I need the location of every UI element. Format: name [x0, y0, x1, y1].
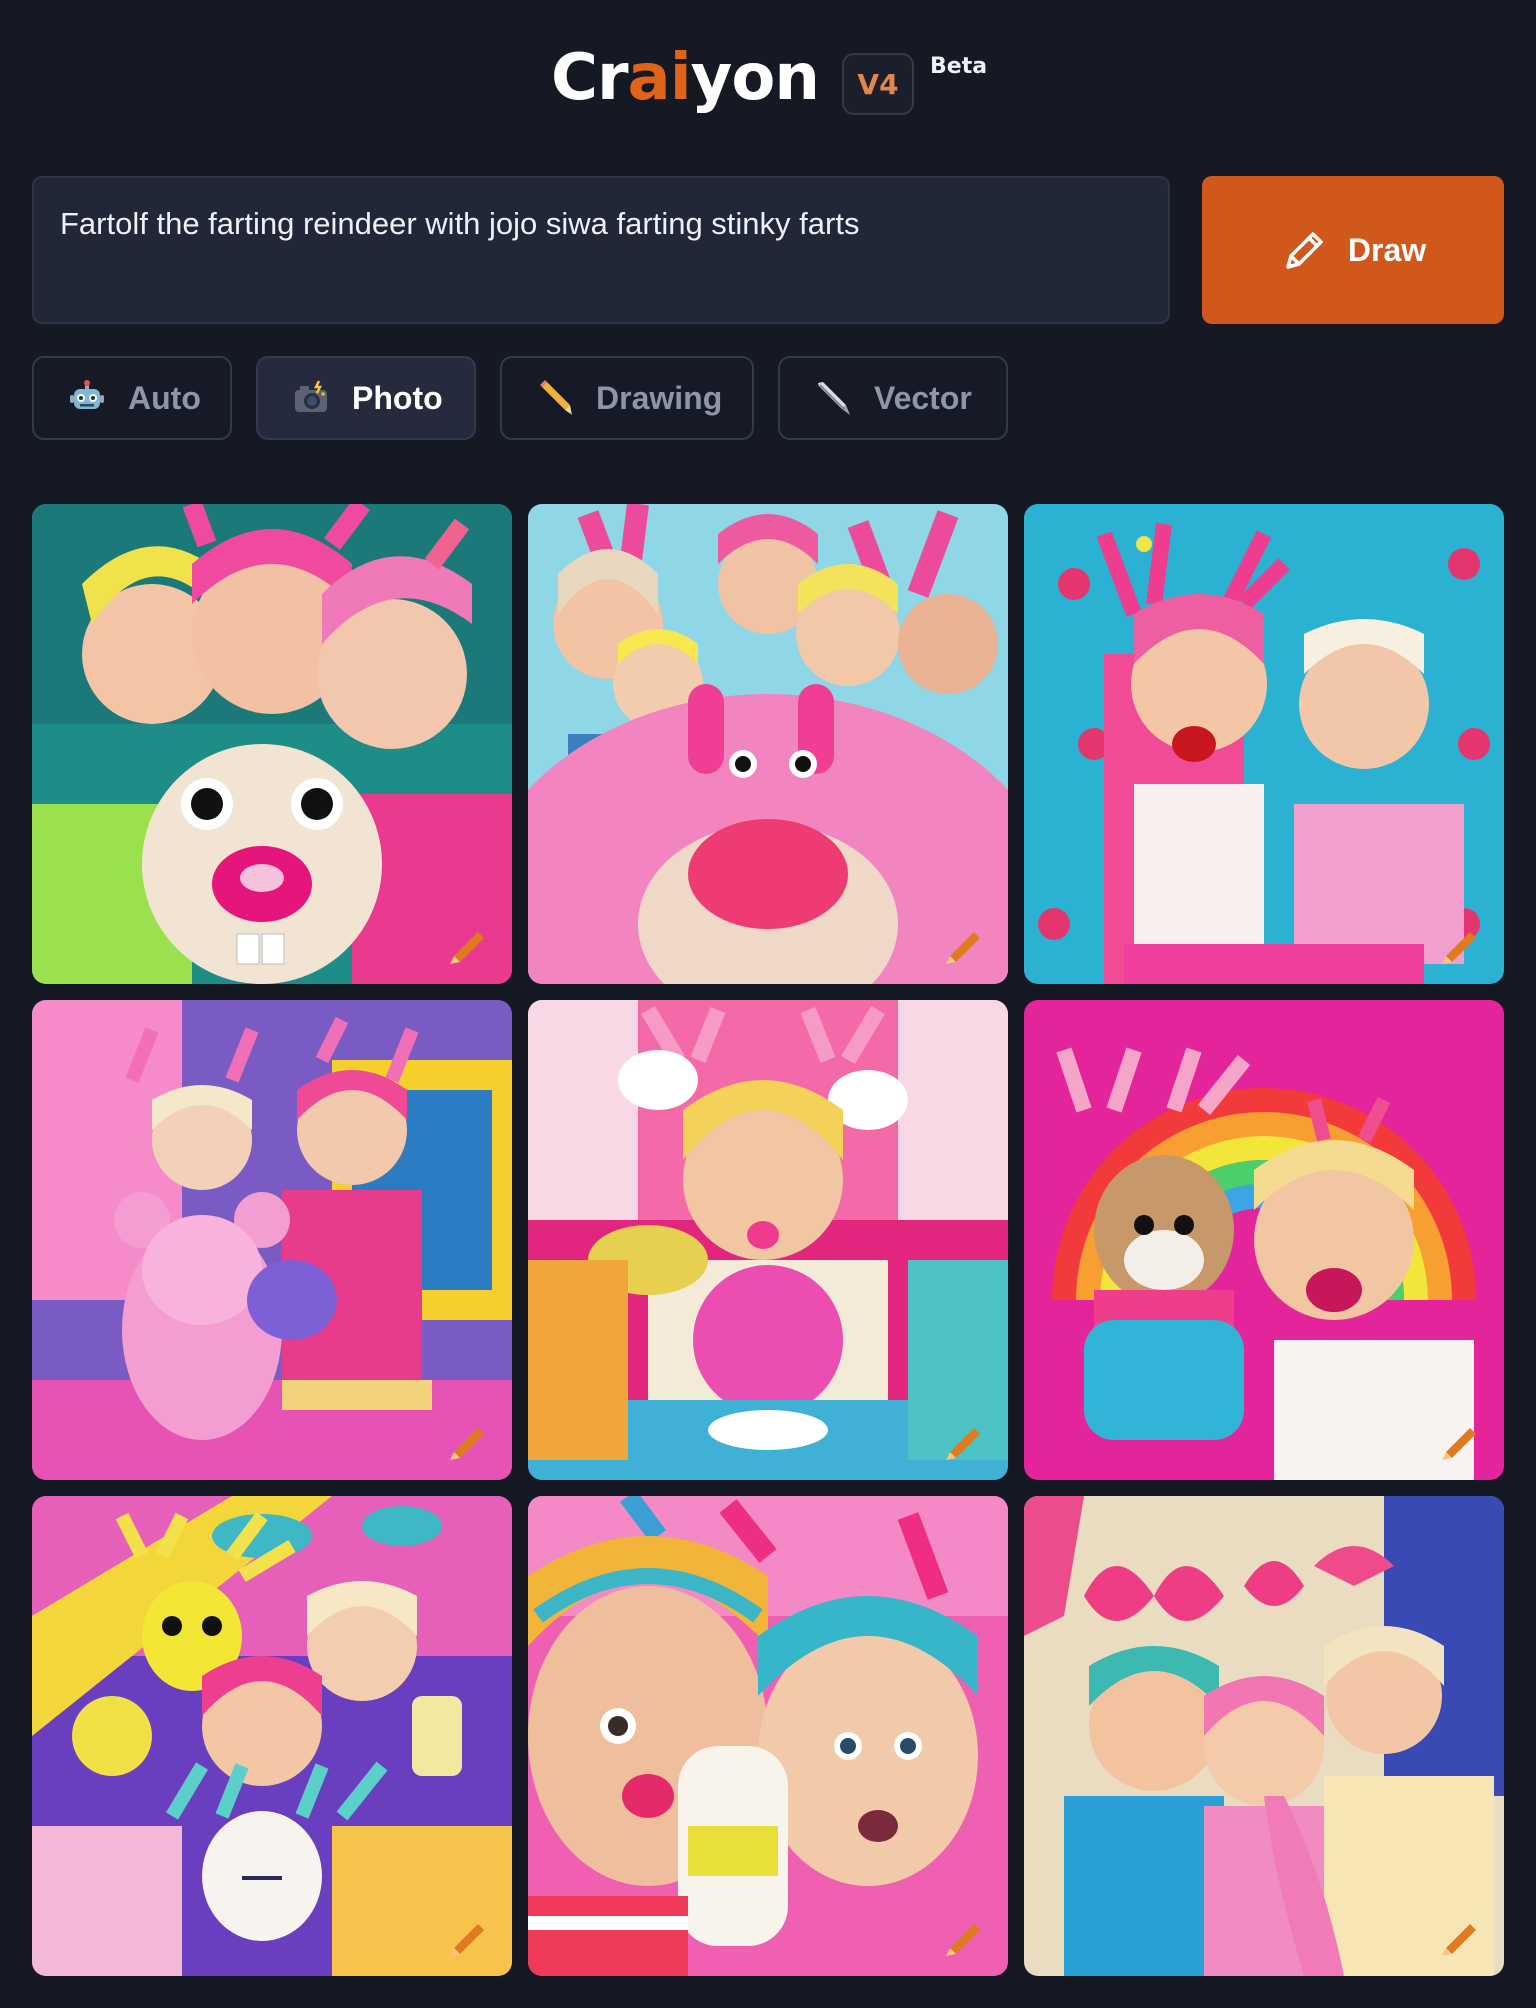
generated-image-7[interactable]: [32, 1496, 512, 1976]
crayon-edit-icon[interactable]: [940, 1908, 990, 1958]
craiyon-logo[interactable]: Craiyon: [551, 46, 820, 110]
crayon-edit-icon[interactable]: [444, 916, 494, 966]
generated-image-1[interactable]: [32, 504, 512, 984]
prompt-input[interactable]: Fartolf the farting reindeer with jojo s…: [32, 176, 1170, 324]
generated-image-8[interactable]: [528, 1496, 1008, 1976]
version-badge: V4: [842, 53, 914, 115]
image-artwork: [32, 504, 512, 984]
pencil-icon: [1286, 232, 1323, 269]
camera-flash-icon: [292, 379, 330, 417]
crayon-edit-icon[interactable]: [940, 1412, 990, 1462]
crayon-edit-icon[interactable]: [444, 1412, 494, 1462]
tab-auto-label: Auto: [128, 379, 201, 416]
crayon-edit-icon[interactable]: [444, 1908, 494, 1958]
generated-image-9[interactable]: [1024, 1496, 1504, 1976]
image-artwork: [1024, 1000, 1504, 1480]
logo-text-ai: ai: [627, 41, 692, 115]
pencil-icon: [536, 379, 574, 417]
logo-text-start: Cr: [551, 41, 629, 115]
results-grid: [32, 504, 1504, 1976]
header: Craiyon V4 Beta: [0, 40, 1536, 140]
tab-photo-label: Photo: [352, 379, 443, 416]
beta-label: Beta: [930, 54, 988, 79]
crayon-edit-icon[interactable]: [1436, 916, 1486, 966]
pen-nib-icon: [814, 379, 852, 417]
image-artwork: [1024, 504, 1504, 984]
image-artwork: [528, 1000, 1008, 1480]
generated-image-3[interactable]: [1024, 504, 1504, 984]
tab-drawing-label: Drawing: [596, 379, 723, 416]
tab-photo[interactable]: Photo: [256, 356, 476, 440]
logo-text-end: yon: [690, 41, 820, 115]
crayon-edit-icon[interactable]: [1436, 1908, 1486, 1958]
tab-vector[interactable]: Vector: [778, 356, 1008, 440]
tab-drawing[interactable]: Drawing: [500, 356, 754, 440]
image-artwork: [528, 1496, 1008, 1976]
image-artwork: [32, 1496, 512, 1976]
image-artwork: [1024, 1496, 1504, 1976]
draw-button[interactable]: Draw: [1202, 176, 1504, 324]
robot-icon: [68, 379, 106, 417]
tab-vector-label: Vector: [874, 379, 972, 416]
image-artwork: [528, 504, 1008, 984]
crayon-edit-icon[interactable]: [940, 916, 990, 966]
draw-button-label: Draw: [1347, 231, 1427, 268]
crayon-edit-icon[interactable]: [1436, 1412, 1486, 1462]
generated-image-2[interactable]: [528, 504, 1008, 984]
generated-image-6[interactable]: [1024, 1000, 1504, 1480]
generated-image-4[interactable]: [32, 1000, 512, 1480]
generated-image-5[interactable]: [528, 1000, 1008, 1480]
tab-auto[interactable]: Auto: [32, 356, 232, 440]
image-artwork: [32, 1000, 512, 1480]
